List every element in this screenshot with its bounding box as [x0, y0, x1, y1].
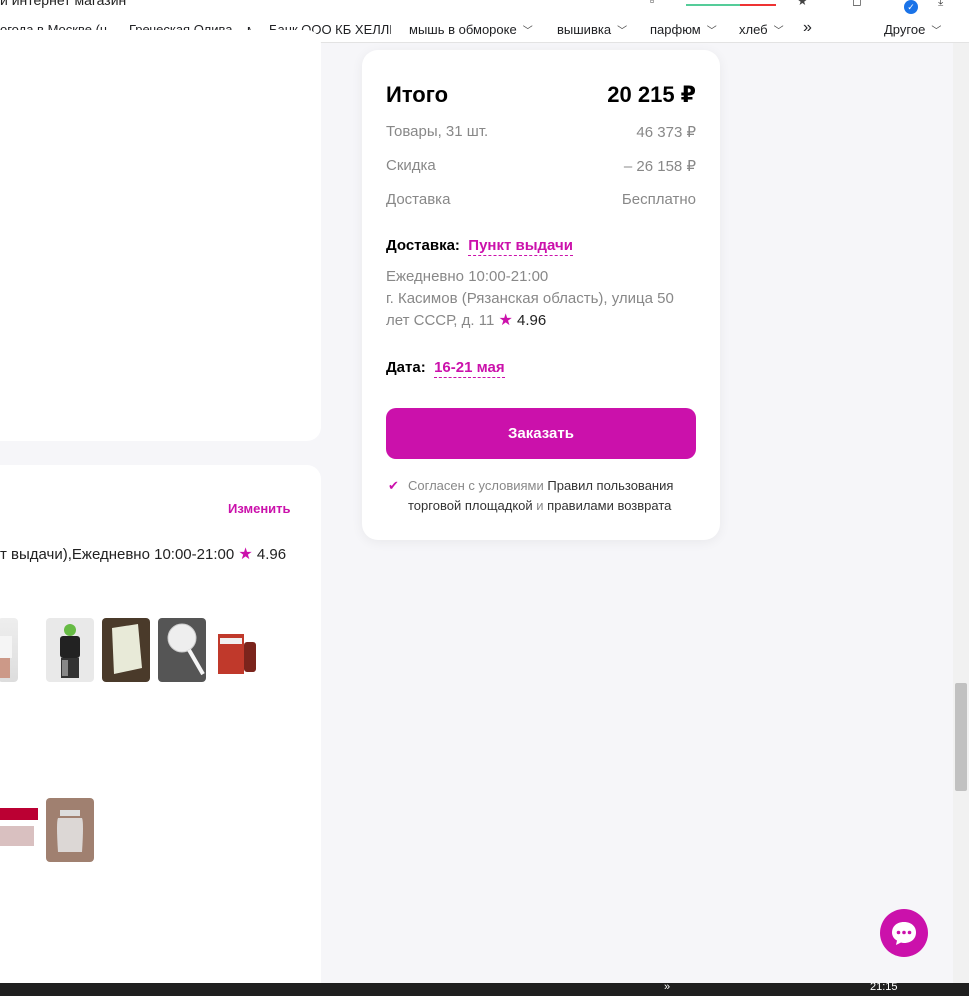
bookmark-folder[interactable]: парфюм ﹀ [650, 22, 717, 37]
summary-total: 20 215 ₽ [607, 82, 696, 107]
tab-title[interactable]: й интернет магазин [0, 0, 126, 8]
pickup-address: Ежедневно 10:00-21:00 г. Касимов (Рязанс… [386, 266, 696, 332]
chevron-down-icon: ﹀ [706, 26, 717, 37]
delivery-date: Дата: 16-21 мая [386, 359, 505, 378]
place-order-button[interactable]: Заказать [386, 408, 696, 459]
more-bookmarks-button[interactable]: » [803, 19, 812, 37]
chat-bubble-icon [892, 922, 916, 945]
delivery-cost-value: Бесплатно [621, 191, 696, 208]
profile-badge-icon[interactable]: ✓ [904, 0, 918, 14]
scrollbar-track[interactable] [953, 43, 969, 983]
pickup-hours: Ежедневно 10:00-21:00 [386, 268, 549, 285]
items-price: 46 373 ₽ [636, 124, 696, 141]
chevron-down-icon: ﹀ [931, 26, 942, 37]
return-rules-link[interactable]: правилами возврата [547, 498, 671, 513]
delivery-cost-label: Доставка [386, 191, 451, 208]
product-thumbnail[interactable] [158, 618, 206, 682]
os-taskbar: » 21:15 [0, 981, 969, 996]
items-count-label: Товары, 31 шт. [386, 123, 489, 140]
chevron-down-icon: ﹀ [522, 26, 533, 37]
download-icon[interactable]: ⤓ [938, 0, 952, 8]
product-thumbnail[interactable] [214, 618, 262, 682]
product-thumbnail[interactable] [46, 798, 94, 862]
pickup-info: т выдачи),Ежедневно 10:00-21:00 ★ 4.96 [0, 546, 287, 563]
product-thumbnail[interactable] [0, 798, 38, 862]
extension-indicator [686, 4, 776, 6]
delivery-card: Изменить т выдачи),Ежедневно 10:00-21:00… [0, 465, 321, 996]
bookmark-folder[interactable]: вышивка ﹀ [557, 22, 627, 37]
change-delivery-link[interactable]: Изменить [228, 501, 291, 516]
taskbar-overflow-button[interactable]: » [664, 981, 670, 993]
other-bookmarks-folder[interactable]: Другое ﹀ [884, 22, 941, 37]
terms-agreement: ✔ Согласен с условиями Правил пользовани… [388, 476, 674, 513]
product-thumbnail[interactable] [46, 618, 94, 682]
order-summary-card: Итого 20 215 ₽ Товары, 31 шт. 46 373 ₽ С… [362, 50, 720, 540]
summary-title: Итого [386, 82, 449, 107]
star-icon: ★ [238, 546, 253, 563]
bookmark-star-icon[interactable]: ★ [797, 0, 811, 8]
discount-value: – 26 158 ₽ [623, 158, 696, 175]
chat-button[interactable] [880, 909, 928, 957]
scrollbar-thumb[interactable] [955, 683, 967, 791]
pickup-point-link[interactable]: Пункт выдачи [468, 237, 573, 256]
page-icon[interactable]: ▫ [650, 0, 664, 8]
browser-title-strip: й интернет магазин ▫ ★ ◻ ✓ ⤓ [0, 0, 969, 14]
chevron-down-icon: ﹀ [617, 26, 628, 37]
chat-extension-icon[interactable]: ◻ [852, 0, 866, 8]
discount-label: Скидка [386, 157, 436, 174]
star-icon: ★ [498, 312, 513, 329]
delivery-method: Доставка: Пункт выдачи [386, 237, 573, 256]
product-thumbnail[interactable] [0, 618, 18, 682]
pickup-rating: 4.96 [516, 312, 547, 329]
delivery-date-link[interactable]: 16-21 мая [434, 359, 505, 378]
bookmark-folder[interactable]: мышь в обмороке ﹀ [409, 22, 533, 37]
chevron-down-icon: ﹀ [773, 26, 784, 37]
product-thumbnail[interactable] [102, 618, 150, 682]
cart-items-card [0, 30, 321, 441]
clock[interactable]: 21:15 [870, 981, 898, 993]
bookmark-folder[interactable]: хлеб ﹀ [739, 22, 784, 37]
checkmark-icon[interactable]: ✔ [388, 476, 399, 496]
